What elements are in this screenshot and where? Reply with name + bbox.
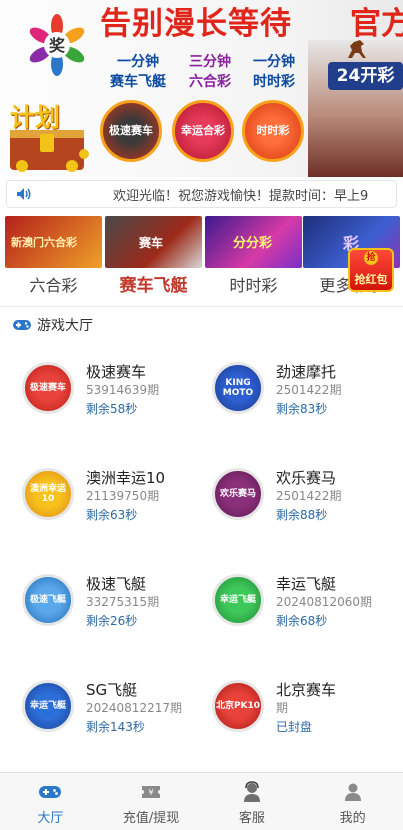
game-name: 劲速摩托 — [276, 363, 337, 381]
svg-text:¥: ¥ — [149, 788, 154, 797]
plan-text: 计划 — [10, 103, 61, 132]
game-countdown: 剩余26秒 — [86, 614, 138, 628]
game-item-speed-boat[interactable]: 极速飞艇 极速飞艇 33275315期 剩余26秒 — [22, 552, 212, 652]
game-period: 期 — [276, 701, 289, 715]
game-name: 澳洲幸运10 — [86, 469, 166, 487]
game-countdown: 剩余68秒 — [276, 614, 328, 628]
game-countdown: 剩余88秒 — [276, 508, 328, 522]
category-label: 时时彩 — [229, 276, 278, 295]
notice-text: 欢迎光临！祝您游戏愉快！提款时间：早上9 — [113, 188, 369, 204]
lottery-categories: 新澳门六合彩 六合彩 赛车 赛车飞艇 分分彩 时时彩 彩 更多彩票 — [0, 216, 403, 304]
speed-racing-icon: 极速赛车 — [22, 362, 74, 414]
red-packet-button[interactable]: 抢 抢红包 — [348, 248, 394, 292]
promo-2: 三分钟 六合彩 — [189, 54, 231, 90]
user-icon — [341, 781, 365, 803]
coin-shishicai: 时时彩 — [242, 100, 304, 162]
game-item-sg-boat[interactable]: 幸运飞艇 SG飞艇 20240812217期 剩余143秒 — [22, 658, 212, 758]
horse-icon — [348, 40, 366, 58]
game-countdown: 剩余63秒 — [86, 508, 138, 522]
lobby-header: 游戏大厅 — [12, 315, 93, 335]
game-countdown: 剩余83秒 — [276, 402, 328, 416]
gamepad-icon — [38, 781, 62, 803]
category-thumb: 赛车 — [105, 216, 202, 268]
gamepad-icon — [13, 320, 31, 330]
category-shishicai[interactable]: 分分彩 时时彩 — [205, 216, 302, 304]
logo-char: 奖 — [49, 36, 66, 55]
game-item-horse-racing[interactable]: 欢乐赛马 欢乐赛马 2501422期 剩余88秒 — [212, 446, 402, 546]
coin-lucky-lottery: 幸运合彩 — [172, 100, 234, 162]
bottom-tabbar: 大厅 ¥ 充值/提现 客服 我的 — [0, 772, 403, 830]
game-item-lucky-boat[interactable]: 幸运飞艇 幸运飞艇 20240812060期 剩余68秒 — [212, 552, 402, 652]
red-packet-label: 抢红包 — [354, 273, 388, 286]
game-item-beijing-racing[interactable]: 北京PK10 北京赛车 期 已封盘 — [212, 658, 402, 758]
game-period: 2501422期 — [276, 383, 342, 397]
notice-marquee: 欢迎光临！祝您游戏愉快！提款时间：早上9 — [6, 180, 397, 208]
game-item-moto[interactable]: KING MOTO 劲速摩托 2501422期 剩余83秒 — [212, 340, 402, 440]
game-name: 极速飞艇 — [86, 575, 147, 593]
game-period: 20240812217期 — [86, 701, 182, 715]
speaker-icon — [7, 187, 41, 201]
agent-icon — [240, 781, 264, 803]
tab-customer-service[interactable]: 客服 — [202, 773, 303, 830]
game-name: 极速赛车 — [86, 363, 147, 381]
promo-3: 一分钟 时时彩 — [253, 54, 295, 90]
game-period: 33275315期 — [86, 595, 160, 609]
game-countdown: 剩余143秒 — [86, 720, 145, 734]
category-racing-boat[interactable]: 赛车 赛车飞艇 — [105, 216, 202, 304]
beijing-pk10-icon: 北京PK10 — [212, 680, 264, 732]
category-thumb: 分分彩 — [205, 216, 302, 268]
game-countdown: 已封盘 — [276, 720, 313, 734]
game-countdown: 剩余58秒 — [86, 402, 138, 416]
moto-icon: KING MOTO — [212, 362, 264, 414]
tab-label: 我的 — [339, 811, 366, 826]
category-thumb: 新澳门六合彩 — [5, 216, 102, 268]
section-divider — [0, 306, 403, 307]
game-name: 幸运飞艇 — [276, 575, 337, 593]
tab-label: 客服 — [238, 811, 265, 826]
game-name: SG飞艇 — [86, 681, 138, 699]
game-name: 北京赛车 — [276, 681, 337, 699]
category-liuhecai[interactable]: 新澳门六合彩 六合彩 — [5, 216, 102, 304]
tab-deposit-withdraw[interactable]: ¥ 充值/提现 — [101, 773, 202, 830]
coin-speed-racing: 极速赛车 — [100, 100, 162, 162]
lucky-boat-icon: 幸运飞艇 — [212, 574, 264, 626]
tab-label: 大厅 — [37, 811, 64, 826]
sg-boat-icon: 幸运飞艇 — [22, 680, 74, 732]
lobby-title: 游戏大厅 — [37, 318, 93, 334]
game-name: 欢乐赛马 — [276, 469, 337, 487]
game-period: 2501422期 — [276, 489, 342, 503]
ticket-icon: ¥ — [139, 781, 163, 803]
promo-1: 一分钟 赛车飞艇 — [110, 54, 166, 90]
red-packet-seal: 抢 — [364, 251, 378, 265]
tab-profile[interactable]: 我的 — [302, 773, 403, 830]
tab-lobby[interactable]: 大厅 — [0, 773, 101, 830]
game-item-aus-lucky10[interactable]: 澳洲幸运10 澳洲幸运10 21139750期 剩余63秒 — [22, 446, 212, 546]
game-period: 53914639期 — [86, 383, 160, 397]
category-label: 六合彩 — [29, 276, 78, 295]
horse-racing-icon: 欢乐赛马 — [212, 468, 264, 520]
speed-boat-icon: 极速飞艇 — [22, 574, 74, 626]
lottery-logo-icon: 奖 — [29, 14, 85, 76]
banner-24h-tag: 24开彩 — [328, 62, 403, 90]
game-item-speed-racing[interactable]: 极速赛车 极速赛车 53914639期 剩余58秒 — [22, 340, 212, 440]
game-period: 20240812060期 — [276, 595, 372, 609]
aus-lucky10-icon: 澳洲幸运10 — [22, 468, 74, 520]
tab-label: 充值/提现 — [122, 811, 180, 826]
banner-headline: 告别漫长等待 — [100, 6, 292, 42]
game-period: 21139750期 — [86, 489, 160, 503]
promo-banner[interactable]: 奖 告别漫长等待 官方 一分钟 赛车飞艇 三分钟 六合彩 一分钟 时时彩 24开… — [0, 0, 403, 177]
category-label: 赛车飞艇 — [119, 276, 188, 296]
